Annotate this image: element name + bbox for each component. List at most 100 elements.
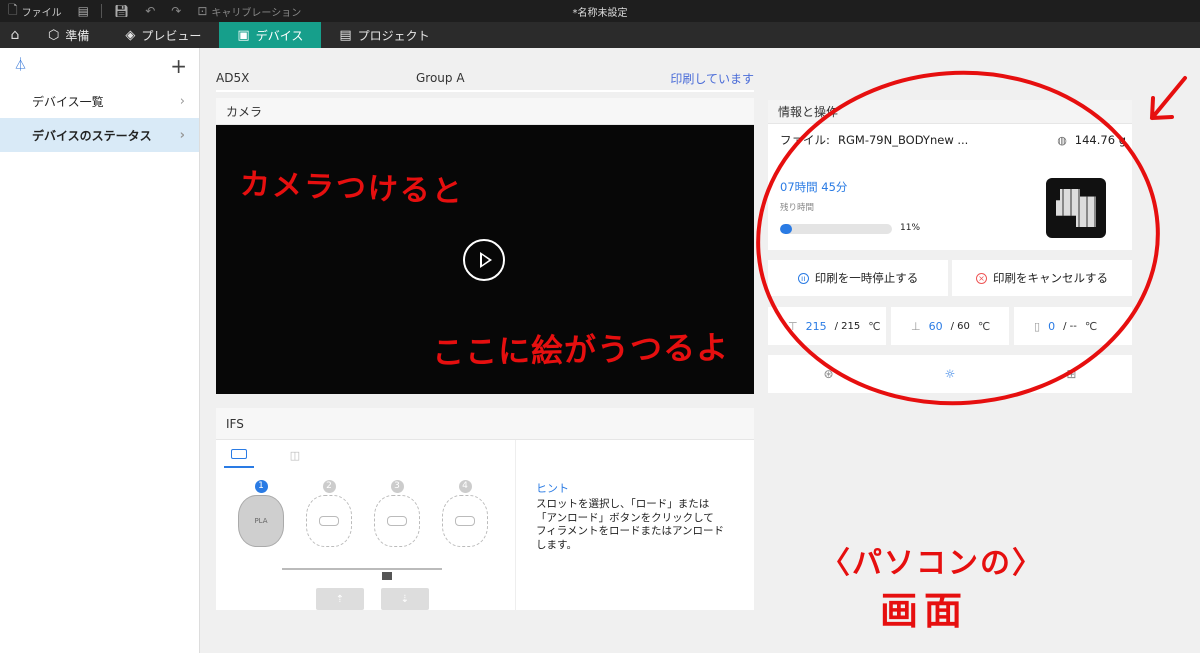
spool-slot-2[interactable]: 2 [304,480,354,547]
progress-percent: 11% [900,223,921,233]
chevron-right-icon: › [179,127,185,143]
ifs-slots-area: ◫ 1 PLA 2 3 4 ⇡ ⇣ [216,440,516,610]
fan-icon[interactable]: ⊛ [824,367,834,381]
device-header: AD5X Group A 印刷しています [216,68,754,88]
home-button[interactable]: ⌂ [0,22,30,48]
info-title: 情報と操作 [768,100,1132,124]
tab-device[interactable]: ▣ デバイス [219,22,322,48]
ifs-tabs: ◫ [216,440,515,468]
play-button[interactable] [463,239,505,281]
pause-label: 印刷を一時停止する [814,271,919,285]
undo-button[interactable]: ↶ [137,0,163,22]
tab-label: プロジェクト [357,28,430,43]
undo-icon: ↶ [145,4,156,18]
divider [216,90,754,92]
calibration-button[interactable]: ⊡ キャリブレーション [189,0,309,22]
ifs-panel: IFS ◫ 1 PLA 2 3 4 ⇡ ⇣ ヒント スロットを選択し、「ロード」… [216,408,754,610]
nozzle-temp[interactable]: ⊤ 215 / 215 ℃ [768,307,886,345]
nozzle-temp-unit: ℃ [868,319,881,333]
hint-text: スロットを選択し、「ロード」または 「アンロード」ボタンをクリックして フィラメ… [536,498,725,551]
file-name: RGM-79N_BODYnew ... [838,133,969,147]
file-menu-label: ファイル [21,7,62,19]
device-name: AD5X [216,71,250,85]
slot-number: 4 [458,480,472,493]
bed-temp-current: 60 [928,319,943,333]
bed-icon: ⊥ [911,319,921,333]
chamber-icon: ▯ [1034,319,1041,333]
spool-axle [455,516,475,526]
file-menu[interactable]: 🗋 ファイル [0,0,70,22]
device-icon: ▣ [237,27,250,43]
unload-icon: ⇣ [400,593,410,605]
layers-icon: ◈ [125,27,136,43]
camera-title: カメラ [216,98,754,125]
unload-button[interactable]: ⇣ [381,588,429,610]
pause-icon: ıı [797,272,809,284]
chamber-temp-target: / -- [1063,320,1077,332]
load-button[interactable]: ⇡ [316,588,364,610]
info-panel: 情報と操作 ファイル: RGM-79N_BODYnew ... ◍ 144.76… [768,100,1132,250]
filament-weight-icon: ◍ [1057,133,1067,147]
tab-ifs-slots[interactable] [224,442,254,468]
spool-body: PLA [238,495,284,547]
sidebar-item-device-status[interactable]: デバイスのステータス › [0,118,199,152]
camera-view [216,125,754,394]
extruder-icon [382,572,392,580]
tab-ifs-external[interactable]: ◫ [280,442,310,468]
device-group: Group A [416,71,465,85]
spool-slot-1[interactable]: 1 PLA [236,480,286,547]
save-button[interactable]: 💾︎ [106,0,137,22]
printer-logo-icon: ⏃ [14,58,28,73]
spool-slot-4[interactable]: 4 [440,480,490,547]
sidebar-item-label: デバイス一覧 [32,94,104,109]
control-row: ⊛ ☼ ⊞ [768,355,1132,393]
home-icon: ⌂ [10,27,20,43]
spool-icon: ◫ [289,448,301,462]
pause-print-button[interactable]: ıı 印刷を一時停止する [768,260,948,296]
sidebar-header: ⏃ + [0,48,199,84]
tab-label: デバイス [255,28,304,43]
filament-path [282,568,442,570]
spool-body [442,495,488,547]
chevron-right-icon: › [179,93,185,109]
redo-button[interactable]: ↷ [163,0,189,22]
load-icon: ⇡ [335,593,345,605]
tab-prepare[interactable]: ⬡ 準備 [30,22,107,48]
sidebar: ⏃ + デバイス一覧 › デバイスのステータス › [0,48,200,653]
file-label: ファイル: [780,133,830,147]
sidebar-item-label: デバイスのステータス [32,128,152,143]
bed-temp-target: / 60 [950,320,970,332]
ifs-title: IFS [216,408,754,440]
filament-weight: 144.76 g [1074,133,1126,147]
bed-temp[interactable]: ⊥ 60 / 60 ℃ [891,307,1009,345]
spool-body [306,495,352,547]
tab-preview[interactable]: ◈ プレビュー [107,22,219,48]
add-device-button[interactable]: + [170,56,187,76]
bed-temp-unit: ℃ [977,319,991,333]
light-bulb-icon[interactable]: ☼ [945,367,956,381]
title-bar: 🗋 ファイル ▤ 💾︎ ↶ ↷ ⊡ キャリブレーション *名称未設定 [0,0,1200,22]
tab-label: プレビュー [141,28,202,43]
nozzle-temp-current: 215 [805,319,827,333]
cube-icon: ⬡ [48,27,60,43]
remaining-time-label: 残り時間 [780,203,815,213]
spool-slot-3[interactable]: 3 [372,480,422,547]
spool-row: 1 PLA 2 3 4 [236,480,506,580]
sidebar-item-device-list[interactable]: デバイス一覧 › [0,84,199,118]
slot-number: 1 [254,480,268,493]
tab-project[interactable]: ▤ プロジェクト [321,22,447,48]
filter-icon[interactable]: ⊞ [1066,367,1076,381]
tab-label: 準備 [65,28,90,43]
model-preview-image [1056,189,1096,227]
file-icon: 🗋 [8,2,18,17]
slot-number: 2 [322,480,336,493]
cancel-print-button[interactable]: × 印刷をキャンセルする [952,260,1132,296]
project-icon: ▤ [339,27,352,43]
divider [101,4,102,18]
slot-number: 3 [390,480,404,493]
model-thumbnail [1046,178,1106,238]
file-row: ファイル: RGM-79N_BODYnew ... ◍ 144.76 g [780,132,1126,148]
document-menu-button[interactable]: ▤ [70,0,97,22]
chamber-temp[interactable]: ▯ 0 / -- ℃ [1014,307,1132,345]
material-label: PLA [254,517,268,525]
